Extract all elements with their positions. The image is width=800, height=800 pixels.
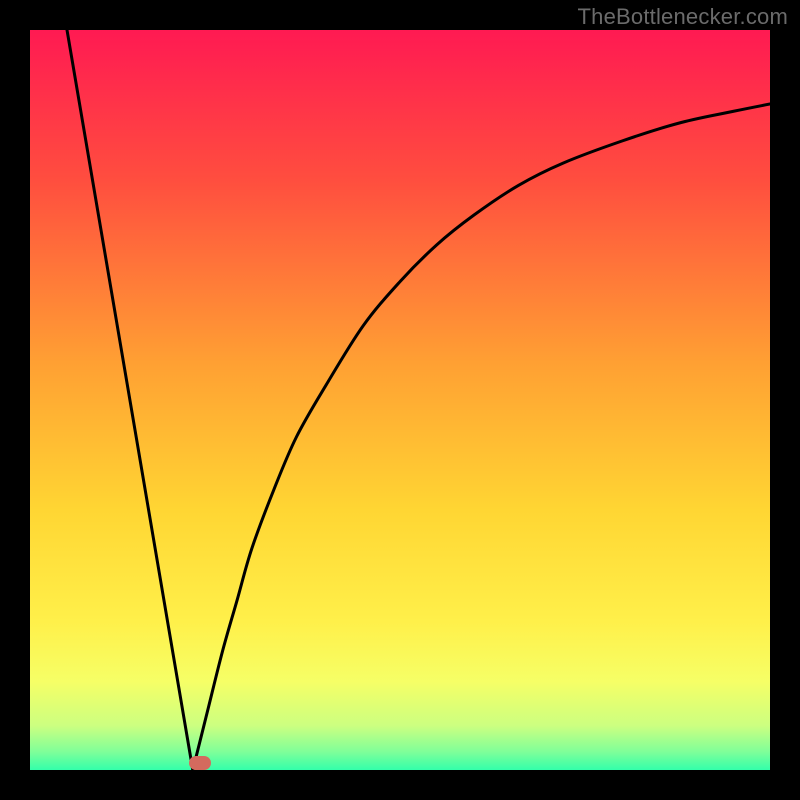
plot-area	[30, 30, 770, 770]
bottleneck-chart: TheBottlenecker.com	[0, 0, 800, 800]
bottleneck-curve	[30, 30, 770, 770]
watermark-label: TheBottlenecker.com	[578, 4, 788, 30]
curve-right-branch	[193, 104, 770, 770]
optimum-marker	[189, 756, 211, 770]
frame-border-bottom	[0, 770, 800, 800]
curve-left-branch	[67, 30, 193, 770]
frame-border-right	[770, 0, 800, 800]
frame-border-left	[0, 0, 30, 800]
